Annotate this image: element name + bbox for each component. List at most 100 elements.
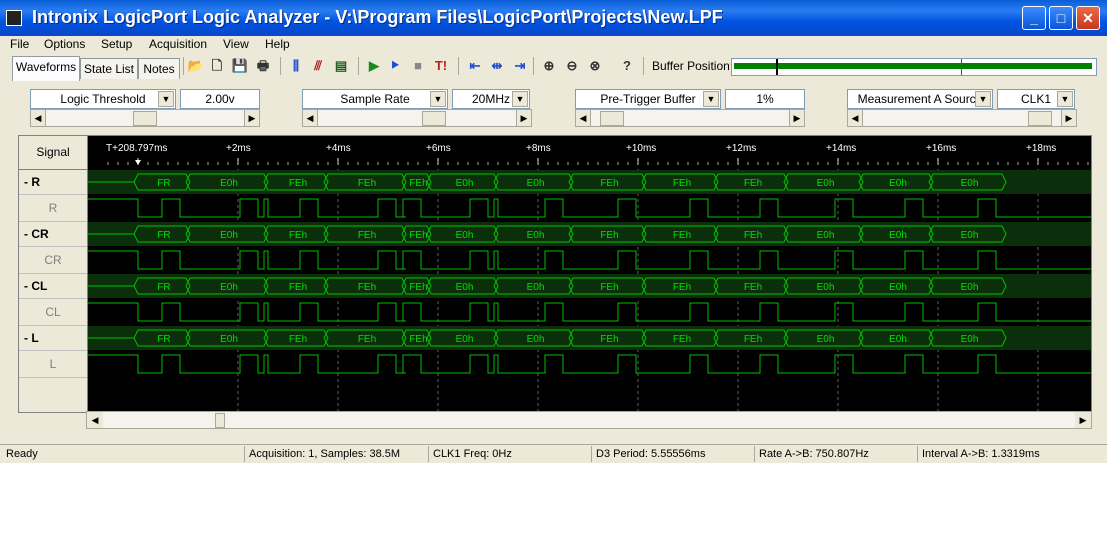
minimize-button[interactable]: _ [1022,6,1046,30]
slider-thumb[interactable] [422,111,446,126]
zoom-in-icon[interactable]: ⊕ [540,58,558,74]
time-label: +8ms [526,143,551,154]
zoom-out-icon[interactable]: ⊖ [563,58,581,74]
close-button[interactable]: ✕ [1076,6,1100,30]
bus-value: FEh [673,282,691,293]
chevron-down-icon[interactable]: ▼ [703,91,719,107]
chevron-down-icon[interactable]: ▼ [158,91,174,107]
measurement-source-select[interactable]: Measurement A Source ▼ [847,89,993,109]
menu-acquisition[interactable]: Acquisition [149,37,207,51]
menu-help[interactable]: Help [265,37,290,51]
title-bar[interactable]: Intronix LogicPort Logic Analyzer - V:\P… [0,0,1107,36]
signal-row-bus[interactable]: - R [19,169,87,195]
menu-setup[interactable]: Setup [101,37,132,51]
grid-icon[interactable]: ▤ [332,58,350,74]
buffer-view-marker[interactable] [776,59,778,75]
slider-right-icon[interactable]: ▶ [244,110,259,126]
slider-thumb[interactable] [1028,111,1052,126]
run-repeat-icon[interactable]: ⯈ [386,58,404,74]
save-icon[interactable]: 💾 [231,58,249,74]
bus-value: FEh [673,178,691,189]
logic-threshold-label: Logic Threshold [60,92,146,106]
slider-left-icon[interactable]: ◀ [303,110,318,126]
bus-value: E0h [220,178,238,189]
waveform-horizontal-scrollbar[interactable]: ◀ ▶ [86,411,1092,429]
sample-rate-value-select[interactable]: 20MHz ▼ [452,89,530,109]
slider-right-icon[interactable]: ▶ [516,110,531,126]
app-icon [6,10,22,26]
channels-icon[interactable]: ⫼ [287,58,305,74]
print-icon[interactable]: 🖶 [254,58,272,74]
signal-row-bit[interactable]: L [19,351,87,378]
signal-row-bus[interactable]: - L [19,325,87,351]
open-folder-icon[interactable]: 📂 [187,58,205,74]
bus-value: FEh [744,282,762,293]
sample-rate-select[interactable]: Sample Rate ▼ [302,89,448,109]
bus-value: FEh [744,230,762,241]
time-label: T+208.797ms [106,143,167,154]
chevron-down-icon[interactable]: ▼ [430,91,446,107]
sample-rate-label: Sample Rate [340,92,410,106]
slider-left-icon[interactable]: ◀ [576,110,591,126]
waveform-view[interactable]: Signal - RR- CR CR - CL CL - LL T+208.797ms +… [18,135,1092,413]
bus-value: E0h [817,178,835,189]
bus-value: FEh [289,282,307,293]
signal-row-bus[interactable]: - CL [19,273,87,299]
pre-trigger-buffer-select[interactable]: Pre-Trigger Buffer ▼ [575,89,721,109]
menu-view[interactable]: View [223,37,249,51]
slider-thumb[interactable] [133,111,157,126]
trigger-icon[interactable]: ⫻ [309,58,327,74]
bus-value: FEh [289,334,307,345]
scroll-left-icon[interactable]: ◀ [87,412,103,428]
center-icon[interactable]: ⇹ [488,58,506,74]
slider-right-icon[interactable]: ▶ [789,110,804,126]
scroll-thumb[interactable] [215,413,225,428]
bus-value: E0h [961,178,979,189]
logic-threshold-select[interactable]: Logic Threshold ▼ [30,89,176,109]
chevron-down-icon[interactable]: ▼ [1057,91,1073,107]
trigger-now-icon[interactable]: T! [432,58,450,74]
sample-rate-slider[interactable]: ◀ ▶ [302,109,532,127]
measurement-slider[interactable]: ◀ ▶ [847,109,1077,127]
bus-value: FEh [289,230,307,241]
time-label: +6ms [426,143,451,154]
signal-row-bit[interactable]: R [19,195,87,222]
help-icon[interactable]: ? [618,58,636,74]
go-end-icon[interactable]: ⇥ [511,58,529,74]
waveform-canvas[interactable]: T+208.797ms +2ms +4ms +6ms +8ms +10ms +12ms +14… [88,136,1091,412]
pre-trigger-slider[interactable]: ◀ ▶ [575,109,805,127]
slider-thumb[interactable] [600,111,624,126]
tab-state-list[interactable]: State List [80,58,138,79]
bus-value: E0h [961,230,979,241]
slider-left-icon[interactable]: ◀ [31,110,46,126]
slider-left-icon[interactable]: ◀ [848,110,863,126]
menu-options[interactable]: Options [44,37,85,51]
time-label: +2ms [226,143,251,154]
run-icon[interactable]: ▶ [365,58,383,74]
stop-icon[interactable]: ■ [409,58,427,74]
time-label: +14ms [826,143,856,154]
buffer-position-bar[interactable] [731,58,1097,76]
signal-row-bus[interactable]: - CR [19,221,87,247]
menu-bar: File Options Setup Acquisition View Help [0,36,1107,54]
maximize-button[interactable]: □ [1049,6,1073,30]
toolbar-separator [643,57,644,75]
logic-threshold-slider[interactable]: ◀ ▶ [30,109,260,127]
menu-file[interactable]: File [10,37,29,51]
tab-waveforms[interactable]: Waveforms [12,56,80,81]
bus-value: E0h [527,178,545,189]
signal-row-bit[interactable]: CL [19,299,87,326]
go-start-icon[interactable]: ⇤ [466,58,484,74]
signal-row-bit[interactable]: CR [19,247,87,274]
slider-right-icon[interactable]: ▶ [1061,110,1076,126]
measurement-source-value-select[interactable]: CLK1 ▼ [997,89,1075,109]
scroll-right-icon[interactable]: ▶ [1075,412,1091,428]
zoom-fit-icon[interactable]: ⊗ [586,58,604,74]
new-file-icon[interactable]: 🗋 [208,58,226,74]
chevron-down-icon[interactable]: ▼ [512,91,528,107]
tab-notes[interactable]: Notes [138,58,180,79]
pre-trigger-buffer-value[interactable]: 1% [725,89,805,109]
logic-threshold-value[interactable]: 2.00v [180,89,260,109]
bus-value: FEh [600,282,618,293]
chevron-down-icon[interactable]: ▼ [975,91,991,107]
